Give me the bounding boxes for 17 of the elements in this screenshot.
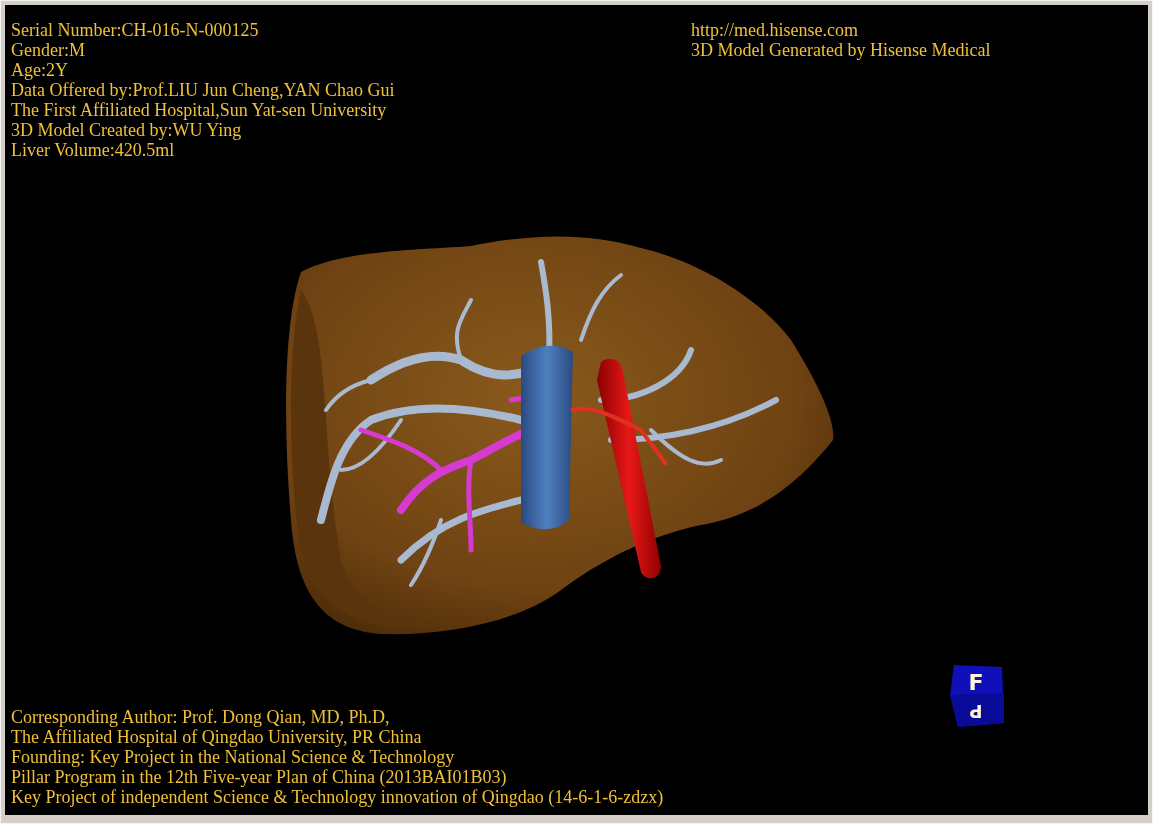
info-text: Age:2Y <box>11 60 68 80</box>
cube-face-label: P <box>969 701 983 722</box>
info-text: Corresponding Author: Prof. Dong Qian, MD, Ph.D, <box>11 707 390 727</box>
cube-face-label: F <box>968 670 984 695</box>
info-text: 3D Model Generated by Hisense Medical <box>691 40 991 60</box>
orientation-cube[interactable]: F P <box>950 665 1004 727</box>
info-text: http://med.hisense.com <box>691 20 858 40</box>
info-text: Data Offered by:Prof.LIU Jun Cheng,YAN Chao Gui <box>11 80 395 100</box>
info-text: Key Project of independent Science & Technology innovation of Qingdao (14-6-1-6-zdzx) <box>11 787 664 807</box>
info-text: Gender:M <box>11 40 85 60</box>
info-text: The First Affiliated Hospital,Sun Yat-sen University <box>11 100 387 120</box>
info-text: Founding: Key Project in the National Science & Technology <box>11 747 455 767</box>
info-text: 3D Model Created by:WU Ying <box>11 120 242 140</box>
info-text: Serial Number:CH-016-N-000125 <box>11 20 259 40</box>
info-text: Liver Volume:420.5ml <box>11 140 175 160</box>
info-text: Pillar Program in the 12th Five-year Plan of China (2013BAI01B03) <box>11 767 507 787</box>
info-text: The Affiliated Hospital of Qingdao University, PR China <box>11 727 422 747</box>
